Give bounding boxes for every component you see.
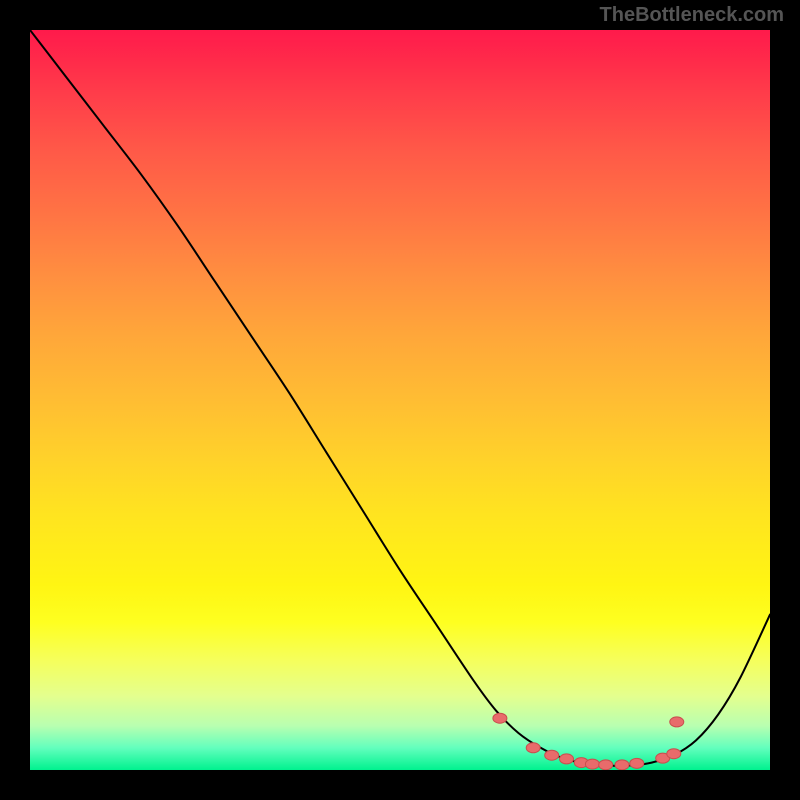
curve-marker [493, 713, 507, 723]
plot-area [30, 30, 770, 770]
attribution-text: TheBottleneck.com [600, 4, 784, 27]
curve-marker [585, 759, 599, 769]
curve-marker [599, 760, 613, 770]
curve-marker [670, 717, 684, 727]
curve-marker [667, 749, 681, 759]
curve-marker [526, 743, 540, 753]
bottleneck-curve [30, 30, 770, 766]
curve-marker [545, 750, 559, 760]
curve-marker [560, 754, 574, 764]
chart-svg [30, 30, 770, 770]
chart-frame: TheBottleneck.com [0, 0, 800, 800]
curve-marker [615, 760, 629, 770]
curve-marker [630, 758, 644, 768]
